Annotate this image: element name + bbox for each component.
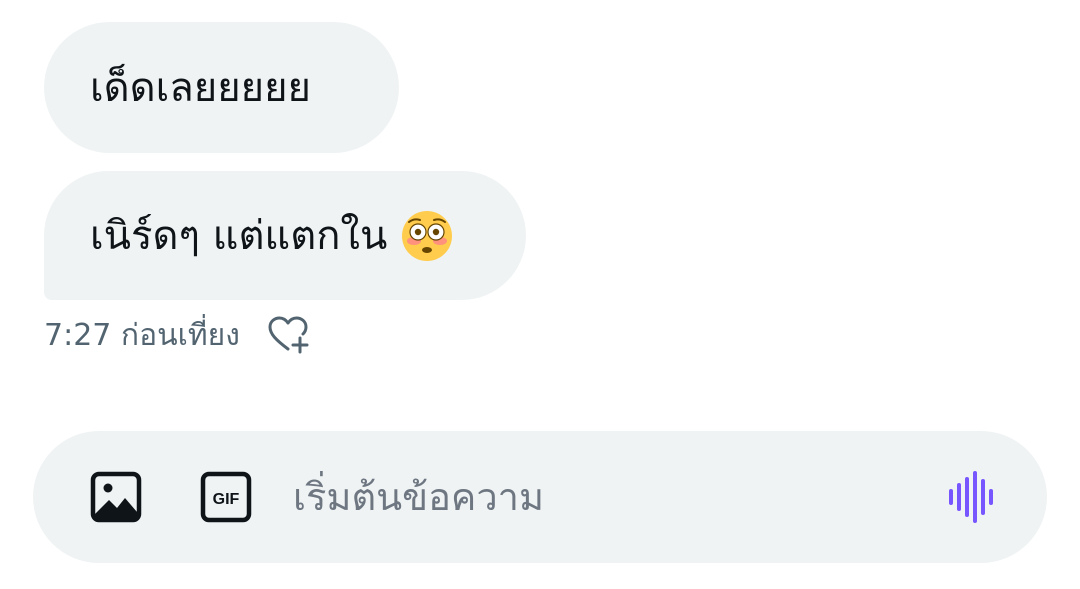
message-timestamp: 7:27 ก่อนเที่ยง xyxy=(44,317,240,353)
message-bubble[interactable]: เด็ดเลยยยยย xyxy=(44,22,399,153)
message-bubble[interactable]: เนิร์ดๆ แต่แตกใน xyxy=(44,171,526,300)
svg-text:GIF: GIF xyxy=(213,491,240,508)
voice-waveform-icon[interactable] xyxy=(943,469,999,525)
gif-icon[interactable]: GIF xyxy=(198,469,254,525)
message-text: เนิร์ดๆ แต่แตกใน xyxy=(90,212,388,259)
heart-plus-icon[interactable] xyxy=(266,313,310,357)
image-icon[interactable] xyxy=(88,469,144,525)
flushed-face-emoji-icon xyxy=(401,210,453,262)
message-input[interactable] xyxy=(293,467,933,527)
dm-conversation: เด็ดเลยยยยย เนิร์ดๆ แต่แตกใน 7:27 ก่อนเท… xyxy=(0,0,1080,589)
message-text: เด็ดเลยยยยย xyxy=(90,64,311,111)
message-meta: 7:27 ก่อนเที่ยง xyxy=(44,313,310,357)
message-composer: GIF xyxy=(33,431,1047,563)
